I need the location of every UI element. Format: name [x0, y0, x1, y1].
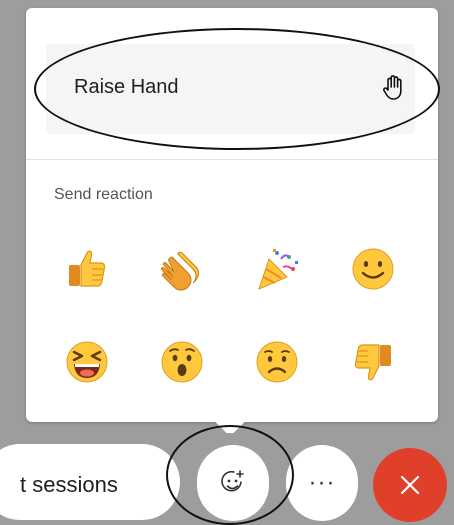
thumbs-up-icon — [69, 250, 106, 287]
sessions-label: t sessions — [20, 472, 118, 497]
send-reaction-label: Send reaction — [54, 186, 153, 203]
surprised-face-icon — [161, 341, 203, 383]
more-options-button[interactable]: ··· — [286, 445, 358, 521]
thumbs-down-reaction[interactable] — [344, 333, 402, 391]
surprised-reaction[interactable] — [153, 333, 211, 391]
close-icon — [400, 475, 420, 495]
more-label: ··· — [308, 469, 336, 496]
leave-button[interactable] — [373, 448, 447, 522]
smiling-face-icon — [352, 248, 394, 290]
sad-reaction[interactable] — [248, 333, 306, 391]
clapping-hands-icon — [160, 251, 199, 291]
celebrate-reaction[interactable] — [248, 240, 306, 298]
divider — [26, 159, 438, 160]
smile-reaction[interactable] — [344, 240, 402, 298]
laugh-reaction[interactable] — [58, 333, 116, 391]
clap-reaction[interactable] — [153, 240, 211, 298]
sad-face-icon — [256, 341, 298, 383]
party-popper-icon — [258, 249, 298, 290]
annotation-ellipse-raise-hand — [34, 28, 440, 150]
annotation-ellipse-reactions — [166, 425, 294, 525]
thumbs-down-icon — [354, 344, 391, 381]
laughing-face-icon — [66, 341, 108, 383]
thumbs-up-reaction[interactable] — [58, 240, 116, 298]
